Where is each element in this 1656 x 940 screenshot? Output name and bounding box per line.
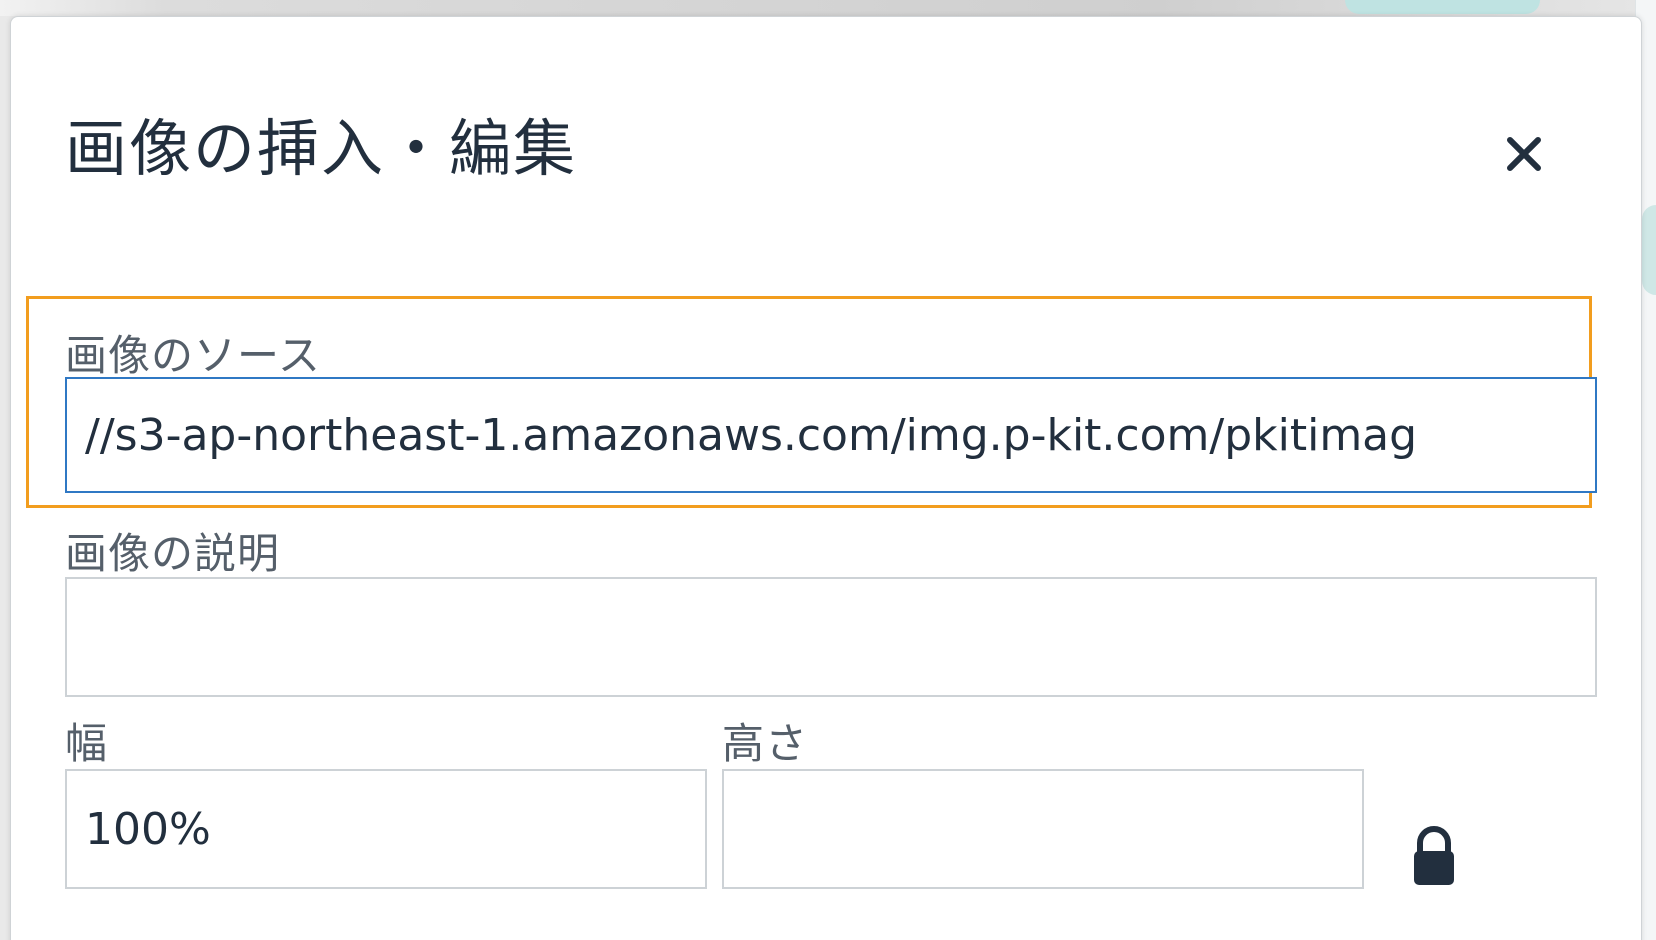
background-decoration	[1345, 0, 1540, 14]
height-input[interactable]	[722, 769, 1364, 889]
image-insert-edit-dialog: 画像の挿入・編集 画像のソース 画像の説明 幅 高さ	[10, 16, 1642, 940]
width-label: 幅	[65, 719, 109, 768]
close-icon	[1507, 137, 1541, 171]
dialog-title: 画像の挿入・編集	[65, 112, 578, 185]
source-label: 画像のソース	[65, 331, 321, 380]
description-input[interactable]	[65, 577, 1597, 697]
close-button[interactable]	[1494, 124, 1554, 184]
constrain-proportions-button[interactable]	[1409, 825, 1459, 889]
height-label: 高さ	[722, 719, 809, 768]
description-label: 画像の説明	[65, 529, 281, 578]
lock-icon	[1414, 826, 1454, 885]
width-input[interactable]	[65, 769, 707, 889]
source-input[interactable]	[65, 377, 1597, 493]
background-decoration-right	[1642, 205, 1656, 295]
